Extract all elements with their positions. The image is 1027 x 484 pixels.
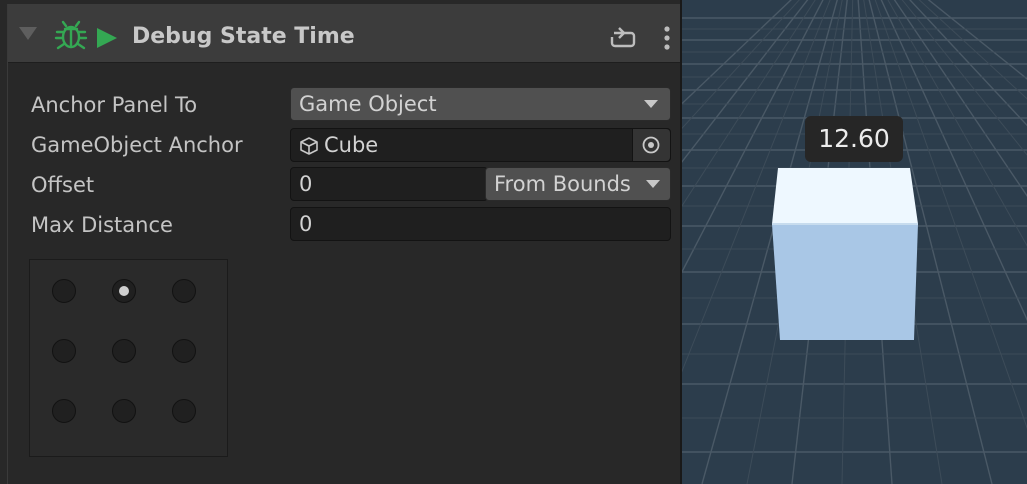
anchor-dot-middle-right[interactable] xyxy=(172,339,196,363)
component-title: Debug State Time xyxy=(132,24,355,49)
offset-mode-dropdown[interactable]: From Bounds xyxy=(485,167,671,201)
gameobject-anchor-value: Cube xyxy=(324,133,379,157)
anchor-panel-to-dropdown[interactable]: Game Object xyxy=(290,87,671,121)
dropdown-arrow-icon xyxy=(644,100,658,108)
offset-label: Offset xyxy=(31,173,95,197)
cube-icon xyxy=(300,137,318,155)
anchor-dot-top-center[interactable] xyxy=(112,279,136,303)
kebab-menu-icon[interactable] xyxy=(661,25,673,51)
anchor-panel-to-value: Game Object xyxy=(299,92,437,116)
play-icon[interactable] xyxy=(97,28,117,48)
foldout-arrow-icon[interactable] xyxy=(19,27,37,40)
offset-input[interactable]: 0 xyxy=(290,167,488,201)
anchor-dot-middle-left[interactable] xyxy=(52,339,76,363)
offset-value: 0 xyxy=(299,172,313,196)
anchor-dot-top-left[interactable] xyxy=(52,279,76,303)
max-distance-label: Max Distance xyxy=(31,213,173,237)
cube-object[interactable] xyxy=(772,166,918,342)
anchor-dot-bottom-left[interactable] xyxy=(52,399,76,423)
max-distance-input[interactable]: 0 xyxy=(290,207,671,241)
dropdown-arrow-icon xyxy=(646,180,660,188)
editor-root: Debug State Time Anchor Panel To Game Ob… xyxy=(0,0,1027,484)
anchor-panel-to-label: Anchor Panel To xyxy=(31,93,198,117)
inspector-panel: Debug State Time Anchor Panel To Game Ob… xyxy=(0,0,680,484)
max-distance-value: 0 xyxy=(299,212,313,236)
bug-icon xyxy=(54,20,88,50)
anchor-dot-middle-center[interactable] xyxy=(112,339,136,363)
object-picker-button[interactable] xyxy=(632,129,670,161)
scene-view[interactable]: 12.60 xyxy=(680,0,1027,484)
state-time-label: 12.60 xyxy=(805,116,903,162)
object-picker-icon xyxy=(642,136,660,154)
anchor-dot-bottom-center[interactable] xyxy=(112,399,136,423)
anchor-position-grid xyxy=(29,259,228,457)
gameobject-anchor-label: GameObject Anchor xyxy=(31,133,243,157)
anchor-dot-top-right[interactable] xyxy=(172,279,196,303)
gameobject-anchor-field[interactable]: Cube xyxy=(290,128,671,162)
component-header[interactable]: Debug State Time xyxy=(8,4,680,63)
reset-icon[interactable] xyxy=(609,25,637,49)
anchor-dot-bottom-right[interactable] xyxy=(172,399,196,423)
offset-mode-value: From Bounds xyxy=(494,172,631,196)
